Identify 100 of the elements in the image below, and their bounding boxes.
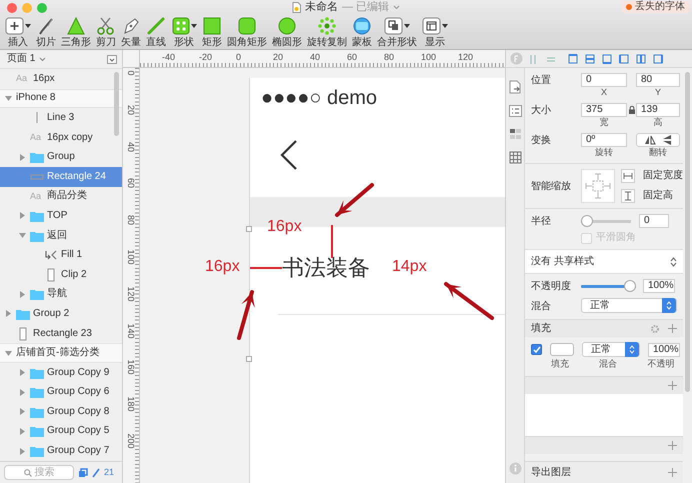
gear-icon[interactable]: [650, 324, 660, 334]
toolbar-button[interactable]: 三角形: [60, 15, 92, 48]
align-icon[interactable]: [601, 52, 613, 64]
layer-row[interactable]: Aa 商品分类: [0, 186, 122, 206]
layer-row[interactable]: Group Copy 9: [0, 362, 122, 382]
selection-handle[interactable]: [246, 356, 252, 362]
info-icon[interactable]: [508, 462, 522, 475]
input-field[interactable]: 80: [636, 73, 680, 87]
plus-icon[interactable]: [668, 324, 677, 333]
toolbar-button[interactable]: 插入: [4, 15, 32, 48]
disclosure-triangle-icon[interactable]: [18, 231, 27, 240]
disclosure-triangle-icon[interactable]: [18, 368, 27, 378]
shared-style-dropdown[interactable]: 没有 共享样式: [525, 249, 683, 274]
layer-row[interactable]: Group Copy 5: [0, 422, 122, 442]
missing-fonts-button[interactable]: 丢失的字体: [622, 1, 689, 13]
disclosure-triangle-icon[interactable]: [18, 426, 27, 436]
scrollbar-thumb[interactable]: [685, 72, 690, 392]
toolbar-button[interactable]: 蒙板: [351, 15, 373, 48]
layer-row[interactable]: iPhone 8: [0, 88, 122, 108]
disclosure-triangle-icon[interactable]: [18, 446, 27, 456]
input-field[interactable]: 0º: [581, 133, 627, 147]
disclosure-triangle-icon[interactable]: [4, 94, 13, 103]
layer-row[interactable]: 导航: [0, 284, 122, 304]
layer-row[interactable]: Group Copy 6: [0, 382, 122, 402]
slash-icon[interactable]: [92, 468, 100, 478]
collapse-icon[interactable]: [107, 54, 117, 64]
input-field[interactable]: 0: [639, 214, 669, 228]
layer-row[interactable]: Group 2: [0, 304, 122, 324]
toolbar-button[interactable]: 旋转复制: [306, 15, 348, 48]
disclosure-triangle-icon[interactable]: [18, 388, 27, 397]
export-document-icon[interactable]: [509, 80, 521, 94]
toolbar-button[interactable]: 直线: [145, 15, 167, 48]
input-field[interactable]: 375: [581, 103, 627, 117]
blend-select[interactable]: 正常: [582, 342, 640, 357]
align-icon[interactable]: [635, 52, 647, 64]
page-selector[interactable]: 页面 1: [7, 53, 46, 65]
disclosure-triangle-icon[interactable]: [18, 211, 27, 220]
minimize-button[interactable]: [22, 3, 32, 13]
toolbar-button[interactable]: 切片: [35, 15, 57, 48]
toolbar-button[interactable]: 剪刀: [95, 15, 117, 48]
layer-row[interactable]: Rectangle 23: [0, 324, 122, 344]
layer-row[interactable]: Aa 16px copy: [0, 128, 122, 148]
layer-row[interactable]: Aa 16px: [0, 69, 122, 89]
toolbar-button[interactable]: 矢量: [120, 15, 142, 48]
ruler-label: 160: [126, 358, 136, 377]
blend-select[interactable]: 正常: [581, 298, 677, 313]
plus-icon[interactable]: [668, 441, 677, 450]
disclosure-triangle-icon[interactable]: [18, 152, 27, 162]
toolbar-button[interactable]: 合并形状: [376, 15, 418, 48]
chevron-icon[interactable]: [393, 5, 400, 10]
scrollbar-thumb[interactable]: [114, 72, 119, 136]
fix-height-icon[interactable]: [621, 189, 635, 203]
align-icon[interactable]: [584, 52, 596, 64]
layer-row[interactable]: Line 3: [0, 108, 122, 128]
table-icon[interactable]: [508, 151, 522, 164]
align-icon[interactable]: [618, 52, 630, 64]
resizing-control[interactable]: [581, 169, 615, 203]
ruler-label: 140: [126, 322, 136, 340]
input-field[interactable]: 100%: [648, 342, 680, 356]
toolbar-button[interactable]: 圆角矩形: [226, 15, 268, 48]
disclosure-triangle-icon[interactable]: [18, 290, 27, 299]
layer-row[interactable]: TOP: [0, 206, 122, 226]
disclosure-triangle-icon[interactable]: [4, 309, 13, 318]
input-field[interactable]: 139: [636, 103, 680, 117]
color-swatch[interactable]: [550, 343, 574, 356]
layer-row[interactable]: Clip 2: [0, 264, 122, 285]
fix-width-icon[interactable]: [621, 169, 635, 183]
disclosure-triangle-icon[interactable]: [4, 348, 13, 358]
list-icon[interactable]: [508, 105, 522, 117]
grid-squares-icon[interactable]: [508, 128, 522, 140]
layer-row[interactable]: Group Copy 8: [0, 402, 122, 422]
toolbar-button[interactable]: 矩形: [201, 15, 223, 48]
layer-row[interactable]: Group: [0, 147, 122, 167]
ruler-label: 20: [273, 52, 284, 62]
input-field[interactable]: 0: [581, 73, 627, 87]
layer-row[interactable]: 店铺首页-筛选分类: [0, 343, 122, 363]
align-icon[interactable]: [652, 52, 664, 64]
toolbar-button[interactable]: 形状: [170, 15, 198, 48]
copy-icon[interactable]: [78, 468, 88, 478]
ruler-label: 0: [126, 69, 136, 78]
layer-row[interactable]: Fill 1: [0, 245, 122, 265]
slider-thumb[interactable]: [581, 215, 593, 227]
lock-icon[interactable]: [628, 106, 634, 114]
slider-thumb[interactable]: [624, 280, 636, 292]
toolbar-button[interactable]: 显示: [421, 15, 449, 48]
toolbar-button[interactable]: 椭圆形: [271, 15, 303, 48]
circle-icon[interactable]: [510, 52, 523, 65]
plus-icon[interactable]: [668, 381, 677, 390]
line-icon: [146, 16, 166, 36]
disclosure-triangle-icon[interactable]: [18, 407, 27, 416]
zoom-button[interactable]: [37, 3, 47, 13]
checkbox[interactable]: [531, 344, 542, 355]
close-button[interactable]: [7, 3, 17, 13]
input-field[interactable]: 100%: [643, 279, 675, 293]
layer-row[interactable]: Group Copy 7: [0, 441, 122, 461]
layer-row[interactable]: 返回: [0, 226, 122, 246]
flip-button[interactable]: [636, 133, 680, 147]
plus-icon[interactable]: [668, 468, 677, 477]
align-icon[interactable]: [567, 52, 579, 64]
selection-handle[interactable]: [246, 226, 252, 232]
